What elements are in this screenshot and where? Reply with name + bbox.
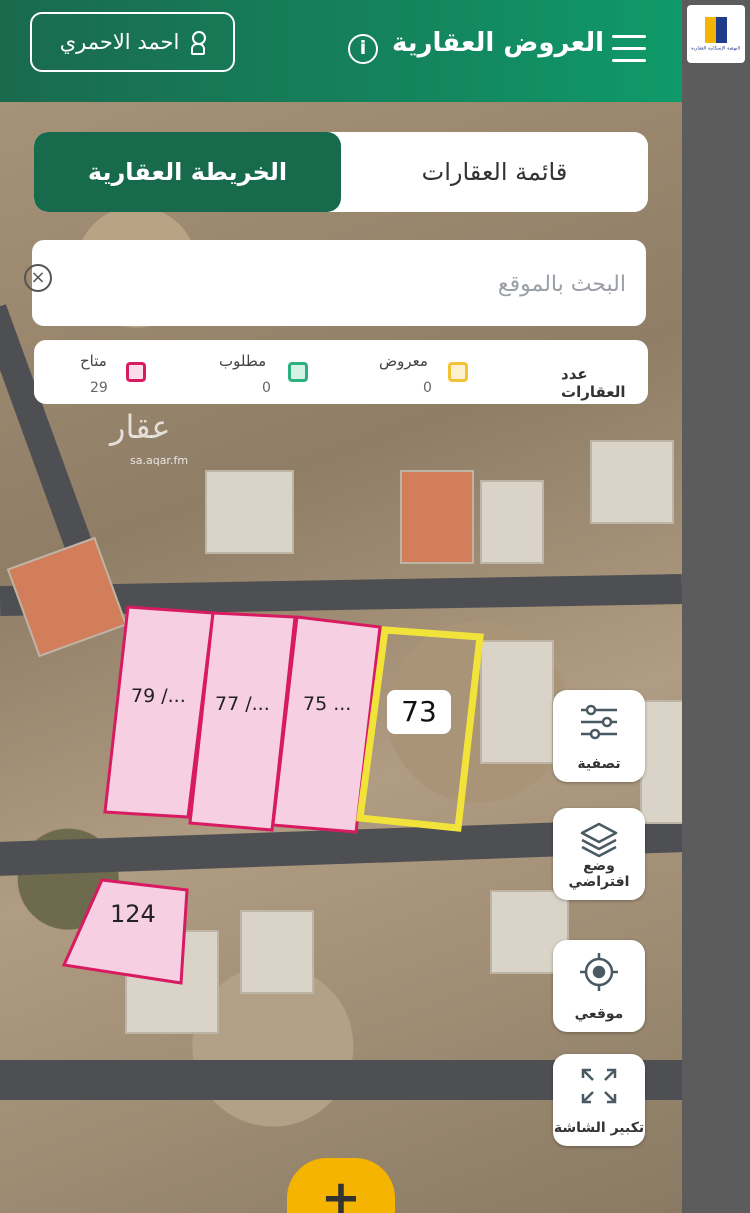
- brand-mark-icon: [705, 16, 727, 43]
- fullscreen-label: تكبير الشاشة: [553, 1120, 645, 1136]
- location-search-input[interactable]: [144, 258, 628, 310]
- legend-count: 0: [262, 380, 271, 396]
- plot-label-75: 75 ...: [303, 693, 352, 715]
- plot-label-77: 77 /...: [215, 693, 270, 715]
- user-icon: [191, 31, 207, 55]
- clear-search-icon[interactable]: ×: [24, 264, 52, 292]
- legend-swatch-requested: [288, 362, 308, 382]
- brand-logo: النهضة الإسكانية العقارية: [687, 5, 745, 63]
- app-header: احمد الاحمري i العروض العقارية: [0, 0, 682, 102]
- info-icon[interactable]: i: [348, 34, 378, 64]
- filter-sliders-icon: [581, 704, 617, 740]
- legend-label: معروض: [379, 352, 428, 370]
- legend-swatch-available: [126, 362, 146, 382]
- filter-button[interactable]: تصفية: [553, 690, 645, 782]
- property-count-legend: عدد العقارات معروض 0 مطلوب 0 متاح 29: [34, 340, 648, 404]
- fullscreen-icon: [581, 1068, 617, 1104]
- plot-label-73[interactable]: 73: [387, 690, 451, 734]
- page-title: العروض العقارية: [392, 28, 605, 58]
- my-location-icon: [580, 953, 618, 991]
- tab-property-map[interactable]: الخريطة العقارية: [34, 132, 341, 212]
- hamburger-menu-icon[interactable]: [612, 35, 646, 63]
- side-strip: النهضة الإسكانية العقارية: [682, 0, 750, 1213]
- default-view-label: وضع افتراضي: [568, 858, 630, 890]
- my-location-button[interactable]: موقعي: [553, 940, 645, 1032]
- legend-count: 0: [423, 380, 432, 396]
- filter-label: تصفية: [577, 756, 621, 772]
- legend-title: عدد العقارات: [561, 365, 626, 401]
- user-name: احمد الاحمري: [59, 30, 180, 54]
- legend-swatch-offered: [448, 362, 468, 382]
- legend-label: متاح: [80, 352, 107, 370]
- layers-icon: [580, 822, 618, 858]
- legend-count: 29: [90, 380, 108, 396]
- brand-caption: النهضة الإسكانية العقارية: [691, 45, 741, 51]
- legend-label: مطلوب: [219, 352, 267, 370]
- app-screen: 79 /... 77 /... 75 ... 73 124 عقار sa.aq…: [0, 0, 682, 1213]
- fullscreen-button[interactable]: تكبير الشاشة: [553, 1054, 645, 1146]
- watermark-url: sa.aqar.fm: [130, 454, 189, 467]
- view-tabs: الخريطة العقارية قائمة العقارات: [34, 132, 648, 212]
- location-search-box: [32, 240, 646, 326]
- default-view-button[interactable]: وضع افتراضي: [553, 808, 645, 900]
- add-property-button[interactable]: +: [287, 1158, 395, 1213]
- plot-label-79: 79 /...: [131, 685, 186, 707]
- plot-label-124: 124: [110, 900, 156, 928]
- user-profile-button[interactable]: احمد الاحمري: [30, 12, 235, 72]
- watermark-logo: عقار: [110, 408, 171, 446]
- plot-124[interactable]: [61, 878, 189, 985]
- my-location-label: موقعي: [574, 1006, 624, 1022]
- tab-property-list[interactable]: قائمة العقارات: [341, 132, 648, 212]
